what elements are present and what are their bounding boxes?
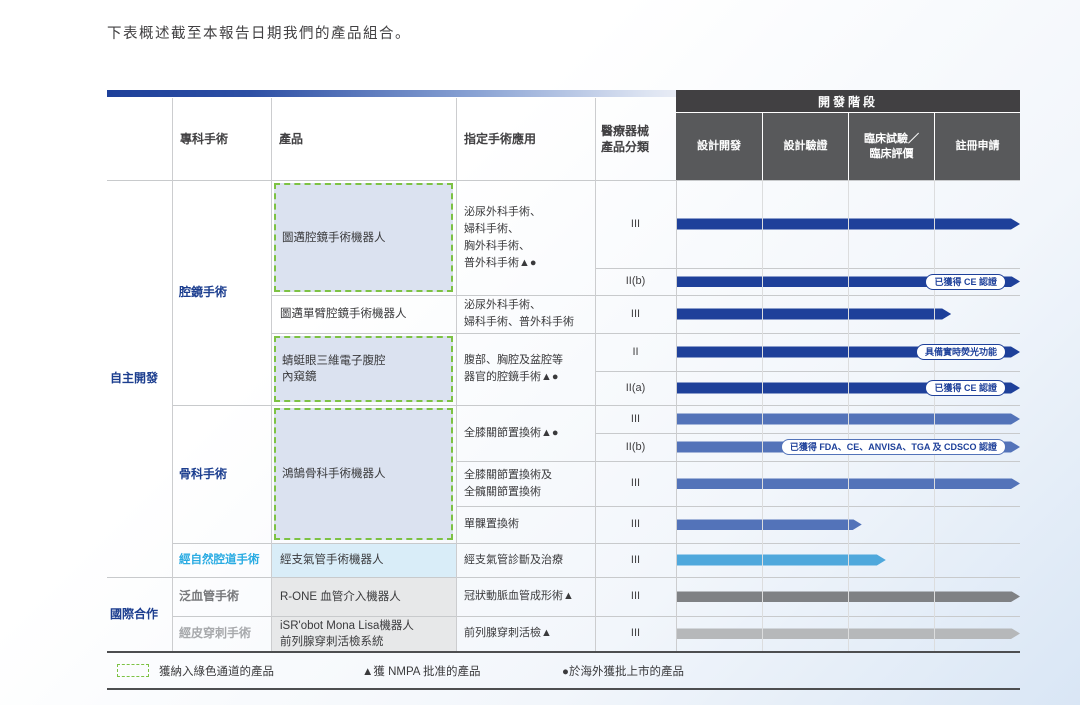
legend: 獲納入綠色通道的產品 ▲獲 NMPA 批准的產品 ●於海外獲批上市的產品 <box>107 651 1020 690</box>
application-skywalker-uka: 單髁置換術 <box>456 506 595 543</box>
grid-line <box>172 616 1020 617</box>
intro-text: 下表概述截至本報告日期我們的產品組合。 <box>107 22 411 43</box>
product-r-one: R-ONE 血管介入機器人 <box>271 577 456 616</box>
legend-green-channel-label: 獲納入綠色通道的產品 <box>159 663 274 679</box>
specialty-natural-orifice: 經自然腔道手術 <box>172 543 271 577</box>
grid-line <box>456 98 457 651</box>
grid-line <box>595 98 596 651</box>
legend-nmpa: ▲獲 NMPA 批准的產品 <box>362 663 481 679</box>
category-self-developed: 自主開發 <box>107 180 172 577</box>
application-skywalker-tka-tha: 全膝關節置換術及 全髖關節置換術 <box>456 461 595 506</box>
product-dfvision: 蜻蜓眼三維電子腹腔 內窺鏡 <box>271 333 456 405</box>
legend-nmpa-label: ▲獲 NMPA 批准的產品 <box>362 663 481 679</box>
header-product: 產品 <box>271 90 456 180</box>
header-classification: 醫療器械 產品分類 <box>595 90 676 180</box>
pipeline-bar <box>676 555 886 566</box>
pipeline-bar <box>676 309 951 320</box>
category-international: 國際合作 <box>107 577 172 651</box>
grid-line <box>271 98 272 651</box>
dev-stage-header: 開發階段 <box>676 90 1020 112</box>
grid-line <box>456 506 1020 507</box>
product-skywalker: 鴻鵠骨科手術機器人 <box>271 405 456 543</box>
stage-subheader-registration: 註冊申請 <box>934 112 1020 180</box>
legend-green-channel: 獲納入綠色通道的產品 <box>117 663 274 679</box>
application-r-one: 冠狀動脈血管成形術▲ <box>456 577 595 616</box>
class-cell: III <box>595 295 676 333</box>
grid-line <box>762 180 763 651</box>
gradient-accent-bar <box>107 90 676 97</box>
legend-overseas-label: ●於海外獲批上市的產品 <box>562 663 684 679</box>
report-page: 下表概述截至本報告日期我們的產品組合。 開發階段 專科手術 產品 指定手術應用 … <box>0 0 1080 705</box>
specialty-laparoscopic: 腔鏡手術 <box>172 180 271 405</box>
grid-line <box>271 295 1020 296</box>
application-toumai: 泌尿外科手術、 婦科手術、 胸外科手術、 普外科手術▲● <box>456 180 595 295</box>
header-specialty: 專科手術 <box>172 90 271 180</box>
class-cell: III <box>595 543 676 577</box>
application-skywalker-tka: 全膝關節置換術▲● <box>456 405 595 461</box>
grid-line <box>456 461 1020 462</box>
class-cell: II(b) <box>595 433 676 461</box>
class-cell: III <box>595 616 676 651</box>
grid-line <box>934 180 935 651</box>
application-bronchoscopy: 經支氣管診斷及治療 <box>456 543 595 577</box>
product-bronchoscopy: 經支氣管手術機器人 <box>271 543 456 577</box>
grid-line <box>107 180 1020 181</box>
grid-line <box>172 405 1020 406</box>
application-dfvision: 腹部、胸腔及盆腔等 器官的腔鏡手術▲● <box>456 333 595 405</box>
class-cell: III <box>595 405 676 433</box>
bar-status-pill: 具備實時熒光功能 <box>916 344 1006 360</box>
grid-line <box>676 180 677 651</box>
class-cell: II(b) <box>595 268 676 295</box>
bar-status-pill: 已獲得 FDA、CE、ANVISA、TGA 及 CDSCO 認證 <box>781 439 1006 455</box>
grid-line <box>107 577 1020 578</box>
grid-line <box>848 180 849 651</box>
class-cell: II(a) <box>595 371 676 405</box>
green-channel-box: 圖邁腔鏡手術機器人 <box>274 183 453 292</box>
legend-overseas: ●於海外獲批上市的產品 <box>562 663 684 679</box>
class-cell: II <box>595 333 676 371</box>
grid-line <box>595 433 1020 434</box>
green-dashed-box-icon <box>117 664 149 677</box>
stage-subheader-design-verify: 設計驗證 <box>762 112 848 180</box>
grid-line <box>172 543 1020 544</box>
product-mona-lisa: iSR'obot Mona Lisa機器人 前列腺穿刺活檢系統 <box>271 616 456 651</box>
stage-subheader-clinical: 臨床試驗／ 臨床評價 <box>848 112 934 180</box>
grid-line <box>271 333 1020 334</box>
green-channel-box: 鴻鵠骨科手術機器人 <box>274 408 453 540</box>
specialty-panvascular: 泛血管手術 <box>172 577 271 616</box>
class-cell: III <box>595 577 676 616</box>
specialty-orthopedic: 骨科手術 <box>172 405 271 543</box>
green-channel-box: 蜻蜓眼三維電子腹腔 內窺鏡 <box>274 336 453 402</box>
application-mona-lisa: 前列腺穿刺活檢▲ <box>456 616 595 651</box>
product-toumai: 圖邁腔鏡手術機器人 <box>271 180 456 295</box>
application-toumai-single-arm: 泌尿外科手術、 婦科手術、普外科手術 <box>456 295 595 333</box>
grid-line <box>595 371 1020 372</box>
header-application: 指定手術應用 <box>456 90 595 180</box>
product-portfolio-table: 開發階段 專科手術 產品 指定手術應用 醫療器械 產品分類 設計開發 設計驗證 … <box>107 90 1020 651</box>
class-cell: III <box>595 461 676 506</box>
stage-subheader-design-dev: 設計開發 <box>676 112 762 180</box>
product-toumai-single-arm: 圖邁單臂腔鏡手術機器人 <box>271 295 456 333</box>
pipeline-bar <box>676 519 862 530</box>
class-cell: III <box>595 180 676 268</box>
bar-status-pill: 已獲得 CE 認證 <box>925 380 1006 396</box>
grid-line <box>595 268 1020 269</box>
grid-line <box>172 98 173 651</box>
specialty-percutaneous: 經皮穿刺手術 <box>172 616 271 651</box>
bar-status-pill: 已獲得 CE 認證 <box>925 274 1006 290</box>
class-cell: III <box>595 506 676 543</box>
